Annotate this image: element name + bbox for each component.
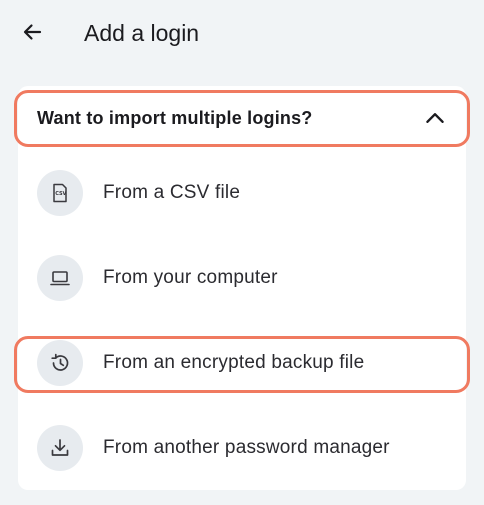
back-button[interactable] <box>14 14 50 50</box>
top-app-bar: Add a login <box>0 0 484 66</box>
import-option-csv[interactable]: CSV From a CSV file <box>18 160 466 226</box>
page-title: Add a login <box>84 20 200 46</box>
chevron-up-icon <box>426 113 444 123</box>
import-option-encrypted-backup[interactable]: From an encrypted backup file <box>18 330 466 396</box>
restore-backup-icon <box>37 340 83 386</box>
import-option-label: From an encrypted backup file <box>103 352 365 373</box>
import-option-computer[interactable]: From your computer <box>18 245 466 311</box>
csv-file-icon: CSV <box>37 170 83 216</box>
svg-text:CSV: CSV <box>55 191 66 197</box>
laptop-icon <box>37 255 83 301</box>
import-section-heading: Want to import multiple logins? <box>37 108 313 128</box>
import-section-header[interactable]: Want to import multiple logins? <box>18 91 466 145</box>
download-icon <box>37 425 83 471</box>
import-option-label: From a CSV file <box>103 182 241 203</box>
import-option-label: From your computer <box>103 267 278 288</box>
import-option-label: From another password manager <box>103 437 390 458</box>
arrow-back-icon <box>23 24 42 40</box>
import-option-password-manager[interactable]: From another password manager <box>18 415 466 481</box>
